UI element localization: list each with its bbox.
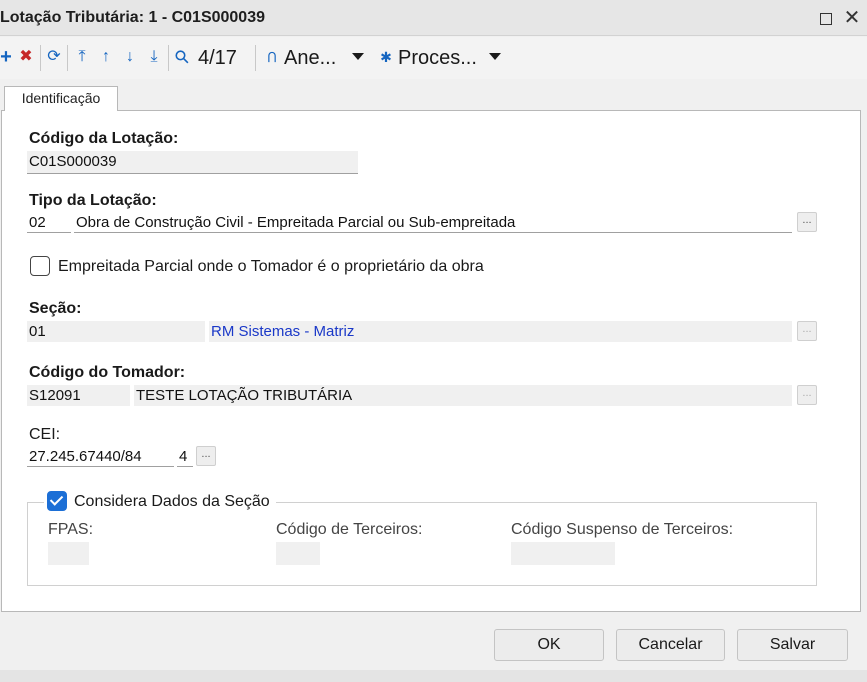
chevron-down-icon[interactable] xyxy=(489,53,501,60)
previous-record-icon[interactable]: ↑ xyxy=(96,47,116,67)
paperclip-icon[interactable]: ⊂ xyxy=(261,50,281,64)
save-button[interactable]: Salvar xyxy=(737,629,848,661)
fpas-label: FPAS: xyxy=(48,521,94,538)
codigo-lotacao-field[interactable]: C01S000039 xyxy=(27,151,358,174)
close-icon[interactable]: ✕ xyxy=(840,6,864,30)
add-record-icon[interactable]: + xyxy=(0,47,12,67)
codigo-lotacao-label: Código da Lotação: xyxy=(29,130,179,147)
codigo-tomador-lookup-button[interactable]: ... xyxy=(797,385,817,405)
considera-dados-secao-label: Considera Dados da Seção xyxy=(74,493,270,510)
maximize-icon[interactable] xyxy=(814,6,838,30)
codigo-tomador-description-field[interactable]: TESTE LOTAÇÃO TRIBUTÁRIA xyxy=(134,385,792,406)
first-record-icon[interactable]: ⤒ xyxy=(72,47,92,67)
cei-digit-field[interactable]: 4 xyxy=(177,446,193,467)
cei-field[interactable]: 27.245.67440/84 xyxy=(27,446,174,467)
status-strip xyxy=(0,670,867,682)
tipo-lotacao-lookup-button[interactable]: ... xyxy=(797,212,817,232)
tab-identificacao[interactable]: Identificação xyxy=(4,86,118,111)
title-bar: Lotação Tributária: 1 - C01S000039 ✕ xyxy=(0,0,867,36)
toolbar-separator xyxy=(255,45,256,71)
secao-description-field[interactable]: RM Sistemas - Matriz xyxy=(209,321,792,342)
codigo-terceiros-label: Código de Terceiros: xyxy=(276,521,423,538)
empreitada-parcial-checkbox[interactable] xyxy=(30,256,50,276)
codigo-suspenso-terceiros-label: Código Suspenso de Terceiros: xyxy=(511,521,734,538)
gear-icon[interactable]: ✱ xyxy=(378,47,394,67)
secao-lookup-button[interactable]: ... xyxy=(797,321,817,341)
codigo-tomador-code-field[interactable]: S12091 xyxy=(27,385,130,406)
attachments-menu[interactable]: Ane... xyxy=(284,46,336,70)
tipo-lotacao-label: Tipo da Lotação: xyxy=(29,192,157,209)
codigo-suspenso-terceiros-field[interactable] xyxy=(511,542,615,565)
processes-menu[interactable]: Proces... xyxy=(398,46,477,70)
window-title: Lotação Tributária: 1 - C01S000039 xyxy=(0,9,265,26)
refresh-icon[interactable]: ⟳ xyxy=(44,47,64,67)
codigo-terceiros-field[interactable] xyxy=(276,542,320,565)
tipo-lotacao-code-field[interactable]: 02 xyxy=(27,212,71,233)
toolbar: + ✖ ⟳ ⤒ ↑ ↓ ⤓ ⚲ 4/17 ⊂ Ane... ✱ Proces..… xyxy=(0,37,867,79)
toolbar-separator xyxy=(67,45,68,71)
empreitada-parcial-label: Empreitada Parcial onde o Tomador é o pr… xyxy=(58,258,484,275)
considera-dados-secao-group xyxy=(27,502,817,586)
cancel-button[interactable]: Cancelar xyxy=(616,629,725,661)
considera-dados-secao-checkbox[interactable] xyxy=(47,491,67,511)
secao-code-field[interactable]: 01 xyxy=(27,321,205,342)
chevron-down-icon[interactable] xyxy=(352,53,364,60)
delete-record-icon[interactable]: ✖ xyxy=(17,47,35,67)
dialog-window: Lotação Tributária: 1 - C01S000039 ✕ + ✖… xyxy=(0,0,867,682)
tipo-lotacao-description-field[interactable]: Obra de Construção Civil - Empreitada Pa… xyxy=(74,212,792,233)
codigo-tomador-label: Código do Tomador: xyxy=(29,364,186,381)
secao-label: Seção: xyxy=(29,300,82,317)
fpas-field[interactable] xyxy=(48,542,89,565)
toolbar-separator xyxy=(40,45,41,71)
ok-button[interactable]: OK xyxy=(494,629,604,661)
cei-label: CEI: xyxy=(29,426,61,443)
record-position: 4/17 xyxy=(198,47,237,69)
cei-lookup-button[interactable]: ... xyxy=(196,446,216,466)
next-record-icon[interactable]: ↓ xyxy=(120,47,140,67)
last-record-icon[interactable]: ⤓ xyxy=(144,47,164,67)
search-icon[interactable]: ⚲ xyxy=(168,43,196,71)
